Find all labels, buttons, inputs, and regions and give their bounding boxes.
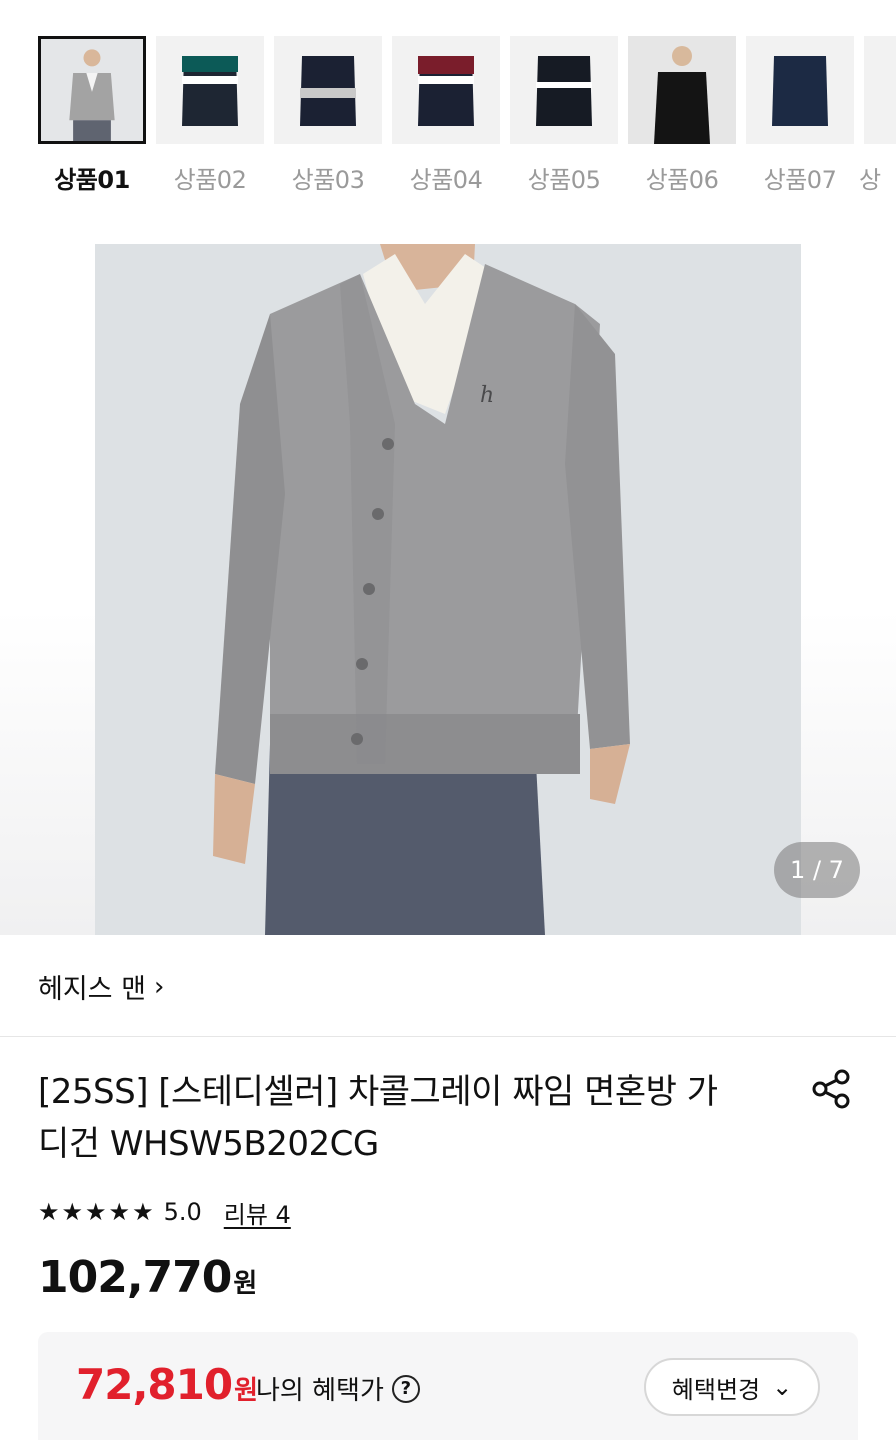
benefit-price-unit: 원 (234, 1376, 258, 1406)
thumbnail-label-07[interactable]: 상품07 (741, 160, 859, 195)
benefit-label: 나의 혜택가 ? (256, 1370, 420, 1407)
thumbnail-strip: 상품01 상품02 상품03 상품04 상품05 상품06 상품07 상 (0, 0, 896, 210)
thumbnail-05[interactable] (510, 36, 618, 144)
rating-score: 5.0 (163, 1198, 202, 1226)
thumbnail-03[interactable] (274, 36, 382, 144)
thumbnail-08[interactable] (864, 36, 896, 144)
review-link[interactable]: 리뷰 4 (224, 1195, 291, 1230)
svg-text:h: h (480, 383, 494, 408)
help-icon[interactable]: ? (391, 1374, 420, 1403)
product-photo: h (95, 244, 801, 935)
product-title: [25SS] [스테디셀러] 차콜그레이 짜임 면혼방 가 디건 WHSW5B2… (38, 1066, 778, 1170)
benefit-price-value: 72,810 (76, 1360, 233, 1409)
product-title-line1: [25SS] [스테디셀러] 차콜그레이 짜임 면혼방 가 (38, 1072, 718, 1112)
image-counter: 1 / 7 (774, 842, 860, 898)
list-price-value: 102,770 (38, 1252, 232, 1303)
product-image-gallery[interactable]: h 1 / 7 (0, 212, 896, 935)
thumbnail-label-01[interactable]: 상품01 (33, 160, 151, 195)
brand-row: 헤지스 맨 › (0, 935, 896, 1037)
chevron-down-icon: ⌄ (772, 1373, 793, 1401)
product-title-line2: 디건 WHSW5B202CG (38, 1124, 379, 1164)
share-button[interactable] (806, 1064, 856, 1114)
share-icon (812, 1069, 850, 1109)
brand-name: 헤지스 맨 (38, 974, 146, 1005)
thumbnail-label-02[interactable]: 상품02 (151, 160, 269, 195)
list-price-unit: 원 (233, 1269, 257, 1299)
thumbnail-label-05[interactable]: 상품05 (505, 160, 623, 195)
chevron-right-icon: › (153, 971, 165, 1002)
thumbnail-06[interactable] (628, 36, 736, 144)
brand-link[interactable]: 헤지스 맨 › (38, 967, 164, 1006)
thumbnail-01[interactable] (38, 36, 146, 144)
list-price: 102,770원 (38, 1252, 257, 1303)
thumbnail-04[interactable] (392, 36, 500, 144)
benefit-price: 72,810원 (76, 1360, 258, 1409)
rating-row: ★★★★★ 5.0 리뷰 4 (38, 1194, 291, 1230)
thumbnail-label-06[interactable]: 상품06 (623, 160, 741, 195)
benefit-label-text: 나의 혜택가 (256, 1376, 384, 1406)
thumbnail-label-08[interactable]: 상 (859, 160, 896, 195)
thumbnail-label-03[interactable]: 상품03 (269, 160, 387, 195)
benefit-price-box: 72,810원 나의 혜택가 ? 혜택변경 ⌄ (38, 1332, 858, 1440)
star-rating-icon: ★★★★★ (38, 1198, 156, 1226)
change-benefit-label: 혜택변경 (671, 1375, 761, 1404)
thumbnail-07[interactable] (746, 36, 854, 144)
change-benefit-button[interactable]: 혜택변경 ⌄ (644, 1358, 820, 1416)
thumbnail-label-04[interactable]: 상품04 (387, 160, 505, 195)
thumbnail-02[interactable] (156, 36, 264, 144)
